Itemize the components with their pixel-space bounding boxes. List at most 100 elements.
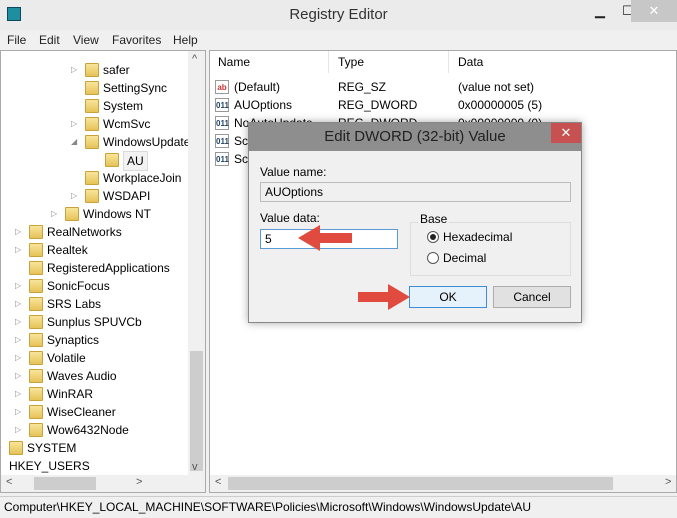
expand-arrow-icon[interactable]: ▷ bbox=[15, 385, 21, 403]
tree-item-label: AU bbox=[123, 151, 148, 171]
value-row[interactable]: ab (Default) REG_SZ (value not set) bbox=[215, 78, 675, 96]
expand-arrow-icon[interactable]: ◢ bbox=[71, 133, 77, 151]
column-data[interactable]: Data bbox=[458, 55, 483, 69]
string-value-icon: ab bbox=[215, 80, 229, 94]
menu-file[interactable]: File bbox=[7, 33, 26, 47]
tree-item-label: WSDAPI bbox=[103, 189, 151, 203]
tree-item-label: Realtek bbox=[47, 243, 88, 257]
scroll-left-icon[interactable]: < bbox=[6, 476, 12, 488]
expand-arrow-icon[interactable]: ▷ bbox=[15, 367, 21, 385]
expand-arrow-icon[interactable]: ▷ bbox=[71, 115, 77, 133]
binary-value-icon: 011 bbox=[215, 152, 229, 166]
scroll-right-icon[interactable]: > bbox=[136, 476, 142, 488]
value-row[interactable]: 011 AUOptions REG_DWORD 0x00000005 (5) bbox=[215, 96, 675, 114]
folder-icon bbox=[29, 243, 43, 257]
cancel-button[interactable]: Cancel bbox=[493, 286, 571, 308]
menu-bar: File Edit View Favorites Help bbox=[0, 30, 677, 50]
hexadecimal-label[interactable]: Hexadecimal bbox=[443, 230, 512, 244]
menu-favorites[interactable]: Favorites bbox=[112, 33, 161, 47]
folder-icon bbox=[29, 261, 43, 275]
folder-icon bbox=[29, 405, 43, 419]
folder-icon bbox=[105, 153, 119, 167]
expand-arrow-icon[interactable]: ▷ bbox=[15, 331, 21, 349]
expand-arrow-icon[interactable]: ▷ bbox=[15, 223, 21, 241]
folder-icon bbox=[29, 333, 43, 347]
binary-value-icon: 011 bbox=[215, 134, 229, 148]
expand-arrow-icon[interactable]: ▷ bbox=[15, 241, 21, 259]
menu-edit[interactable]: Edit bbox=[39, 33, 60, 47]
tree-item-label: SettingSync bbox=[103, 81, 168, 95]
tree-item-label: Synaptics bbox=[47, 333, 100, 347]
tree-horizontal-scrollbar[interactable]: < > bbox=[1, 475, 205, 492]
hexadecimal-radio[interactable] bbox=[427, 231, 439, 243]
expand-arrow-icon[interactable]: ▷ bbox=[71, 61, 77, 79]
expand-arrow-icon[interactable]: ▷ bbox=[0, 439, 1, 457]
menu-help[interactable]: Help bbox=[173, 33, 198, 47]
folder-icon bbox=[29, 369, 43, 383]
base-label: Base bbox=[418, 212, 450, 226]
scroll-thumb[interactable] bbox=[228, 477, 613, 490]
scroll-down-icon[interactable]: v bbox=[192, 461, 198, 473]
dialog-title-bar: Edit DWORD (32-bit) Value ✕ bbox=[249, 123, 581, 151]
menu-view[interactable]: View bbox=[73, 33, 99, 47]
column-divider[interactable] bbox=[448, 51, 449, 73]
folder-icon bbox=[85, 117, 99, 131]
dialog-close-button[interactable]: ✕ bbox=[551, 123, 581, 143]
tree-item-label: Sunplus SPUVCb bbox=[47, 315, 142, 329]
decimal-radio[interactable] bbox=[427, 252, 439, 264]
expand-arrow-icon[interactable]: ▷ bbox=[15, 313, 21, 331]
column-type[interactable]: Type bbox=[338, 55, 364, 69]
title-bar: Registry Editor ▁ ☐ ✕ bbox=[0, 0, 677, 30]
tree-item-label: WinRAR bbox=[47, 387, 94, 401]
column-divider[interactable] bbox=[328, 51, 329, 73]
folder-icon bbox=[65, 207, 79, 221]
folder-icon bbox=[29, 297, 43, 311]
expand-arrow-icon[interactable]: ▷ bbox=[15, 403, 21, 421]
tree-item-label: Windows NT bbox=[83, 207, 152, 221]
folder-icon bbox=[29, 225, 43, 239]
folder-icon bbox=[29, 423, 43, 437]
expand-arrow-icon[interactable]: ▷ bbox=[15, 277, 21, 295]
folder-icon bbox=[85, 99, 99, 113]
value-name-field[interactable]: AUOptions bbox=[260, 182, 571, 202]
expand-arrow-icon[interactable]: ▷ bbox=[15, 421, 21, 439]
scroll-left-icon[interactable]: < bbox=[215, 476, 221, 488]
value-type: REG_SZ bbox=[338, 80, 387, 94]
tree-item-label: SYSTEM bbox=[27, 441, 77, 455]
tree-item-label: WindowsUpdate bbox=[103, 135, 191, 149]
values-horizontal-scrollbar[interactable]: < > bbox=[210, 475, 676, 492]
expand-arrow-icon[interactable]: ▷ bbox=[71, 187, 77, 205]
tree-item-label: Wow6432Node bbox=[47, 423, 129, 437]
folder-icon bbox=[29, 351, 43, 365]
tree-item-label: WiseCleaner bbox=[47, 405, 116, 419]
arrow-pointing-ok bbox=[358, 284, 410, 310]
minimize-button[interactable]: ▁ bbox=[586, 0, 614, 22]
ok-button[interactable]: OK bbox=[409, 286, 487, 308]
scroll-up-icon[interactable]: ^ bbox=[192, 53, 197, 65]
tree-item-label: Volatile bbox=[47, 351, 86, 365]
arrow-pointing-value-data bbox=[298, 225, 352, 251]
dialog-title: Edit DWORD (32-bit) Value bbox=[324, 128, 506, 145]
status-bar: Computer\HKEY_LOCAL_MACHINE\SOFTWARE\Pol… bbox=[0, 496, 677, 518]
expand-arrow-icon[interactable]: ▷ bbox=[15, 295, 21, 313]
expand-arrow-icon[interactable]: ▷ bbox=[15, 349, 21, 367]
expand-arrow-icon[interactable]: ▷ bbox=[51, 205, 57, 223]
close-button[interactable]: ✕ bbox=[631, 0, 677, 22]
tree-item-label: safer bbox=[103, 63, 130, 77]
scroll-thumb[interactable] bbox=[34, 477, 96, 490]
tree-item-label: HKEY_USERS bbox=[9, 459, 90, 473]
window-title: Registry Editor bbox=[289, 6, 388, 23]
tree-pane: ▷ safer SettingSync System ▷ WcmSvc ◢ WindowsUp… bbox=[0, 50, 206, 493]
value-data: (value not set) bbox=[458, 80, 535, 94]
decimal-label[interactable]: Decimal bbox=[443, 251, 486, 265]
tree-item-label: RealNetworks bbox=[47, 225, 122, 239]
folder-icon bbox=[29, 279, 43, 293]
column-name[interactable]: Name bbox=[218, 55, 250, 69]
tree-vertical-scrollbar[interactable]: ^ v bbox=[188, 51, 205, 477]
tree-item-label: System bbox=[103, 99, 144, 113]
value-type: REG_DWORD bbox=[338, 98, 418, 112]
tree-item-label: WorkplaceJoin bbox=[103, 171, 182, 185]
scroll-right-icon[interactable]: > bbox=[665, 476, 671, 488]
scroll-thumb[interactable] bbox=[190, 351, 203, 471]
value-data: 0x00000005 (5) bbox=[458, 98, 543, 112]
